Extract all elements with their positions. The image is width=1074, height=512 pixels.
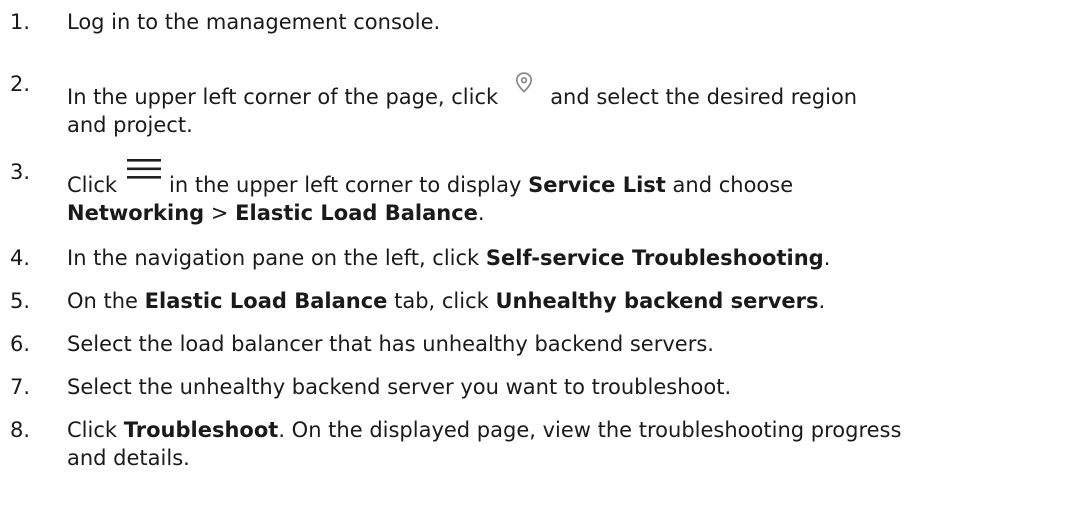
step-number: 8. xyxy=(10,418,31,442)
step-8-text-after: . On the displayed page, view the troubl… xyxy=(278,418,902,442)
step-3-text-before-icon: Click xyxy=(67,173,118,197)
step-number: 5. xyxy=(10,289,31,313)
elastic-load-balance-label: Elastic Load Balance xyxy=(235,201,478,225)
step-8-text-line2: and details. xyxy=(67,446,190,470)
step-3-end: . xyxy=(477,201,485,225)
step-text: On the Elastic Load Balance tab, click U… xyxy=(67,287,1057,315)
unhealthy-backend-servers-label: Unhealthy backend servers xyxy=(495,289,819,313)
step-5-text-tab-click: tab, click xyxy=(394,289,489,313)
step-text: Log in to the management console. xyxy=(67,8,1057,36)
step-text: Click Troubleshoot. On the displayed pag… xyxy=(67,416,1057,472)
step-2-text-after-icon: and select the desired region xyxy=(550,85,858,109)
step-3-text-and-choose: and choose xyxy=(672,173,794,197)
step-7-text: Select the unhealthy backend server you … xyxy=(67,375,732,399)
location-pin-icon xyxy=(504,70,544,94)
step-text: Select the unhealthy backend server you … xyxy=(67,373,1057,401)
step-number: 1. xyxy=(10,10,31,34)
menu-icon xyxy=(127,158,162,180)
step-3-text-after-icon: in the upper left corner to display xyxy=(169,173,522,197)
step-number: 3. xyxy=(10,160,31,184)
step-text: Click in the upper left corner to displa… xyxy=(67,158,1057,227)
step-2-text-before-icon: In the upper left corner of the page, cl… xyxy=(67,85,499,109)
step-5-text-on-the: On the xyxy=(67,289,138,313)
self-service-troubleshooting-label: Self-service Troubleshooting xyxy=(485,246,824,270)
step-8-text-click: Click xyxy=(67,418,118,442)
step-2-text-line2: and project. xyxy=(67,113,193,137)
elastic-load-balance-tab-label: Elastic Load Balance xyxy=(144,289,388,313)
procedure-steps-list: 1. Log in to the management console. 2. … xyxy=(0,0,1074,512)
troubleshoot-label: Troubleshoot xyxy=(123,418,279,442)
step-number: 2. xyxy=(10,72,31,96)
step-4-end: . xyxy=(823,246,831,270)
step-5-end: . xyxy=(818,289,826,313)
step-text: In the upper left corner of the page, cl… xyxy=(67,70,1057,139)
step-6-text: Select the load balancer that has unheal… xyxy=(67,332,714,356)
step-number: 6. xyxy=(10,332,31,356)
step-1-text: Log in to the management console. xyxy=(67,10,441,34)
breadcrumb-separator: > xyxy=(210,201,229,225)
step-text: Select the load balancer that has unheal… xyxy=(67,330,1057,358)
networking-label: Networking xyxy=(67,201,205,225)
step-4-text: In the navigation pane on the left, clic… xyxy=(67,246,480,270)
step-number: 7. xyxy=(10,375,31,399)
step-number: 4. xyxy=(10,246,31,270)
service-list-label: Service List xyxy=(528,173,666,197)
step-text: In the navigation pane on the left, clic… xyxy=(67,244,1057,272)
